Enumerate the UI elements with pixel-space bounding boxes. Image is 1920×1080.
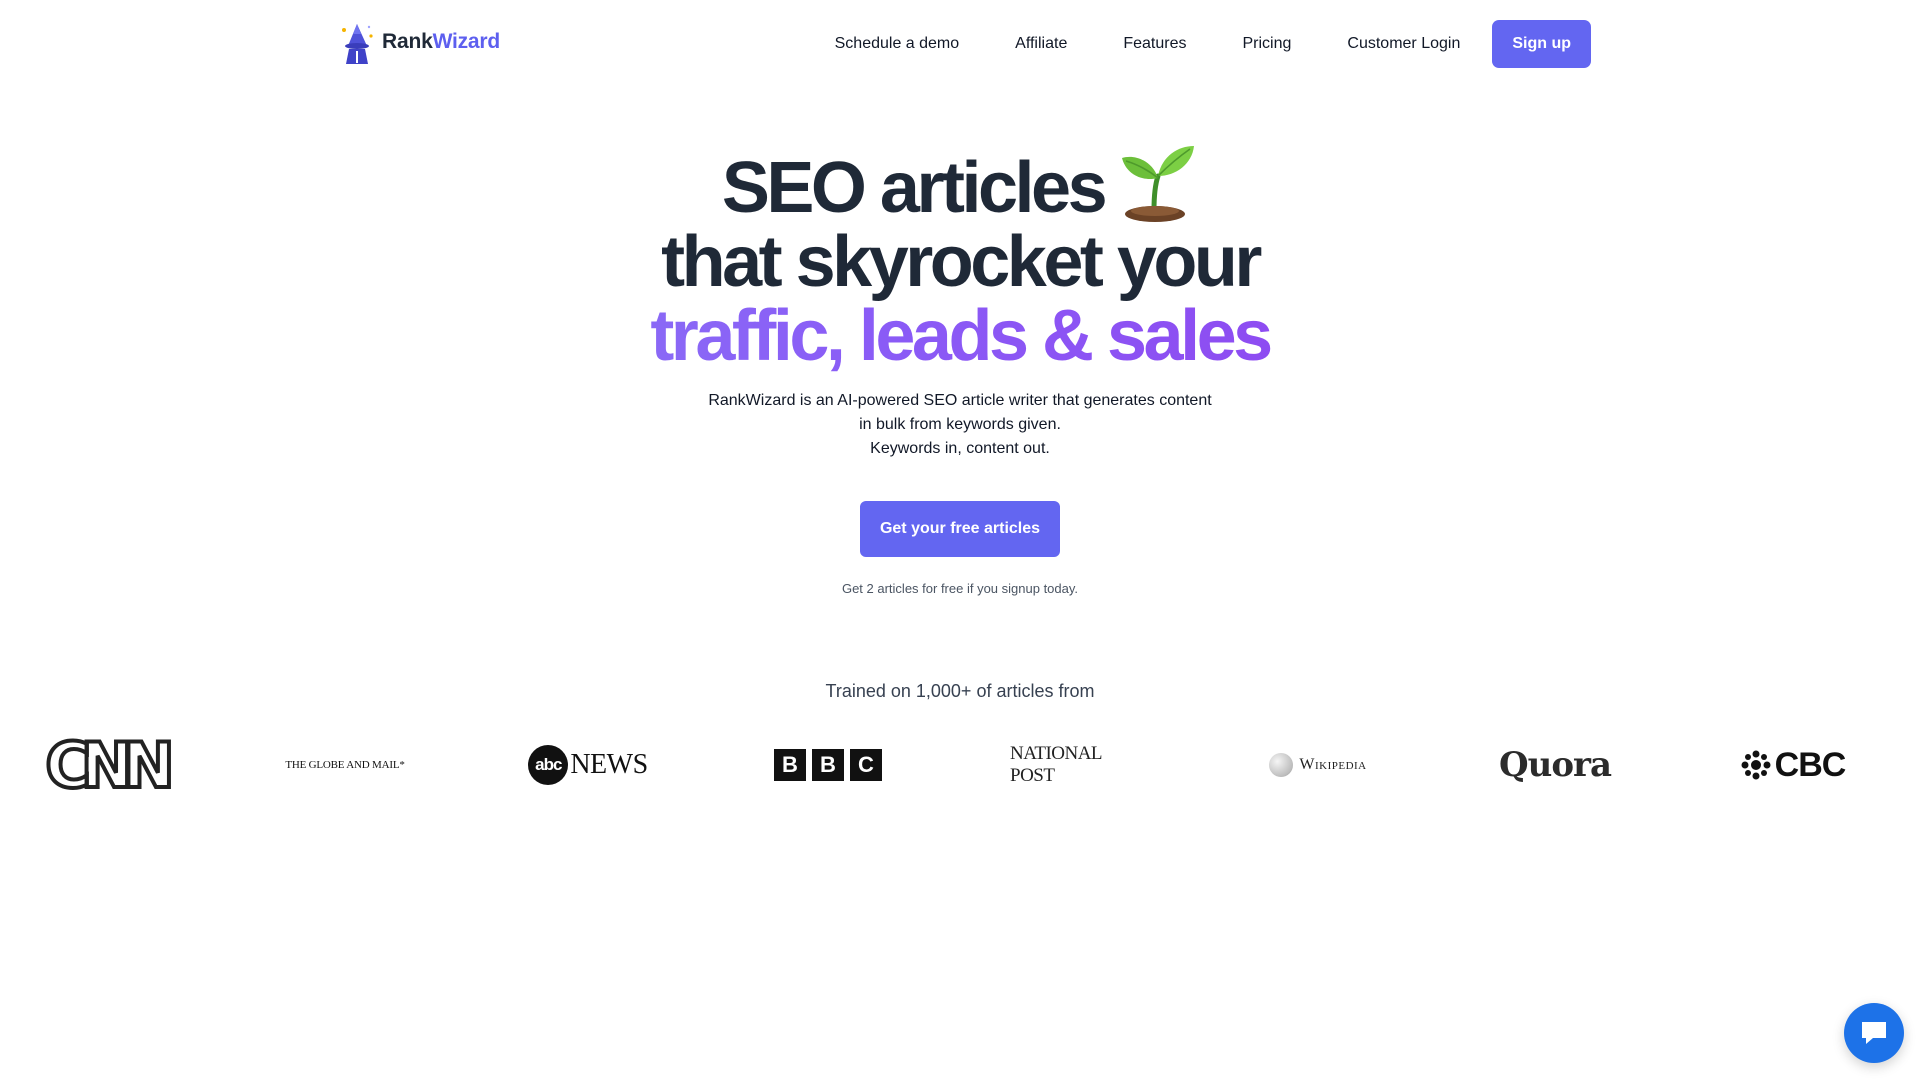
get-free-articles-button[interactable]: Get your free articles (859, 501, 1061, 557)
headline-line-2: that skyrocket your (661, 222, 1262, 302)
hero-description: RankWizard is an AI-powered SEO article … (0, 389, 1920, 461)
hero-section: SEO articles that skyrocket your traffic… (0, 140, 1920, 596)
nav-schedule-demo[interactable]: Schedule a demo (835, 35, 960, 53)
signup-button[interactable]: Sign up (1492, 20, 1591, 68)
nav-features[interactable]: Features (1123, 35, 1186, 53)
chat-widget-button[interactable] (1844, 1003, 1904, 1063)
cta-note: Get 2 articles for free if you signup to… (841, 581, 1079, 596)
chat-bubble-icon (1862, 1022, 1886, 1044)
logo-wordmark: RankWizard (382, 31, 500, 52)
abc-news-word: NEWS (570, 749, 648, 780)
bbc-box-3: C (850, 749, 882, 781)
abc-news-logo: abc NEWS (528, 730, 648, 800)
cnn-logo: CNN (43, 727, 176, 804)
wikipedia-logo: Wikipedia (1253, 730, 1383, 800)
nav-customer-login[interactable]: Customer Login (1347, 35, 1460, 53)
wikipedia-globe-icon (1269, 753, 1294, 777)
publisher-logos: CNN THE GLOBE AND MAIL* abc NEWS B B C N… (0, 727, 1920, 804)
globe-and-mail-logo: THE GLOBE AND MAIL* (285, 759, 405, 771)
abc-disc: abc (528, 745, 569, 785)
logo-text-wizard: Wizard (432, 29, 501, 53)
logo-text-rank: Rank (382, 29, 433, 53)
nav-pricing[interactable]: Pricing (1242, 35, 1291, 53)
hero-headline: SEO articles that skyrocket your traffic… (0, 140, 1920, 373)
wizard-logo-icon (342, 24, 373, 64)
bbc-logo: B B C (770, 730, 886, 800)
nav-affiliate[interactable]: Affiliate (1015, 35, 1067, 53)
bbc-box-2: B (812, 749, 844, 781)
seedling-icon (1122, 146, 1195, 222)
cbc-word: CBC (1774, 745, 1847, 784)
headline-line-3: traffic, leads & sales (0, 299, 1920, 373)
hero-description-line-1: RankWizard is an AI-powered SEO article … (708, 392, 1212, 409)
cbc-logo: CBC (1733, 730, 1853, 800)
trained-on-heading: Trained on 1,000+ of articles from (825, 681, 1095, 701)
cbc-gem-icon (1741, 750, 1771, 780)
rankwizard-logo[interactable]: RankWizard (340, 22, 500, 66)
hero-description-line-3: Keywords in, content out. (870, 440, 1050, 457)
headline-line-1: SEO articles (0, 140, 1920, 225)
hero-description-line-2: in bulk from keywords given. (859, 416, 1061, 433)
headline-line-1-text: SEO articles (721, 148, 1108, 228)
bbc-box-1: B (774, 749, 806, 781)
wikipedia-word: Wikipedia (1299, 756, 1367, 773)
site-header: RankWizard Schedule a demo Affiliate Fea… (0, 0, 1920, 88)
national-post-logo: NATIONAL POST (1010, 743, 1102, 786)
quora-logo: Quora (1499, 745, 1612, 785)
main-nav: Schedule a demo Affiliate Features Prici… (835, 20, 1591, 68)
